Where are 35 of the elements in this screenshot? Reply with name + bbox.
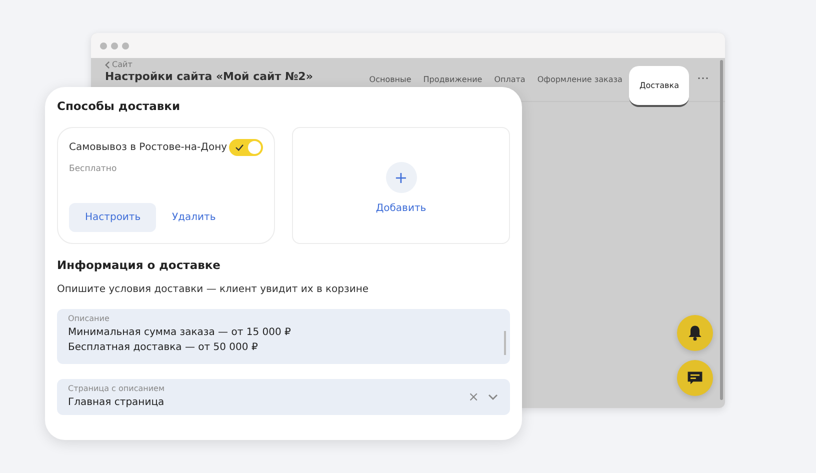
- more-button[interactable]: ⋯: [691, 71, 709, 85]
- delete-button[interactable]: Удалить: [166, 208, 222, 227]
- tab[interactable]: Оплата: [489, 75, 530, 84]
- field-value: Бесплатная доставка — от 50 000 ₽: [68, 341, 259, 355]
- field-value: Главная страница: [68, 396, 166, 410]
- field-label: Описание: [68, 314, 110, 323]
- add-card[interactable]: + Добавить: [292, 127, 510, 244]
- chevron-down-icon: [488, 394, 498, 400]
- bell-icon: [686, 324, 704, 342]
- field-label: Страница с описанием: [68, 384, 166, 393]
- add-label: Добавить: [376, 202, 426, 214]
- chat-icon: [686, 369, 704, 387]
- field-value: Минимальная сумма заказа — от 15 000 ₽: [68, 326, 292, 340]
- clear-button[interactable]: ×: [468, 390, 479, 404]
- tab[interactable]: Продвижение: [418, 75, 488, 84]
- section-title: Способы доставки: [57, 99, 182, 113]
- scrollbar[interactable]: [504, 331, 506, 355]
- back-link[interactable]: Сайт: [105, 60, 313, 69]
- check-icon: [235, 144, 244, 151]
- method-name: Самовывоз в Ростове-на-Дону: [69, 142, 228, 153]
- price-label: Бесплатно: [69, 164, 118, 174]
- tab[interactable]: Доставка: [629, 66, 689, 107]
- page-title: Настройки сайта «Мой сайт №2»: [105, 71, 313, 83]
- add-button[interactable]: +: [386, 162, 416, 192]
- page-select[interactable]: Страница с описанием Главная страница ×: [57, 379, 510, 415]
- section-title: Информация о доставке: [57, 258, 222, 272]
- configure-button[interactable]: Настроить: [69, 203, 156, 232]
- chevron-left-icon: [105, 60, 110, 68]
- tab[interactable]: Оформление заказа: [532, 75, 628, 84]
- toggle-switch[interactable]: [229, 139, 263, 156]
- info-text: Опишите условия доставки — клиент увидит их в корзине: [57, 284, 370, 295]
- description-field[interactable]: Описание Минимальная сумма заказа — от 15 000 ₽ Бесплатная доставка — от 50 000 ₽: [57, 309, 510, 364]
- scrollbar[interactable]: [720, 60, 723, 400]
- window-dots-icon: [99, 42, 130, 50]
- tab[interactable]: Основные: [364, 75, 416, 84]
